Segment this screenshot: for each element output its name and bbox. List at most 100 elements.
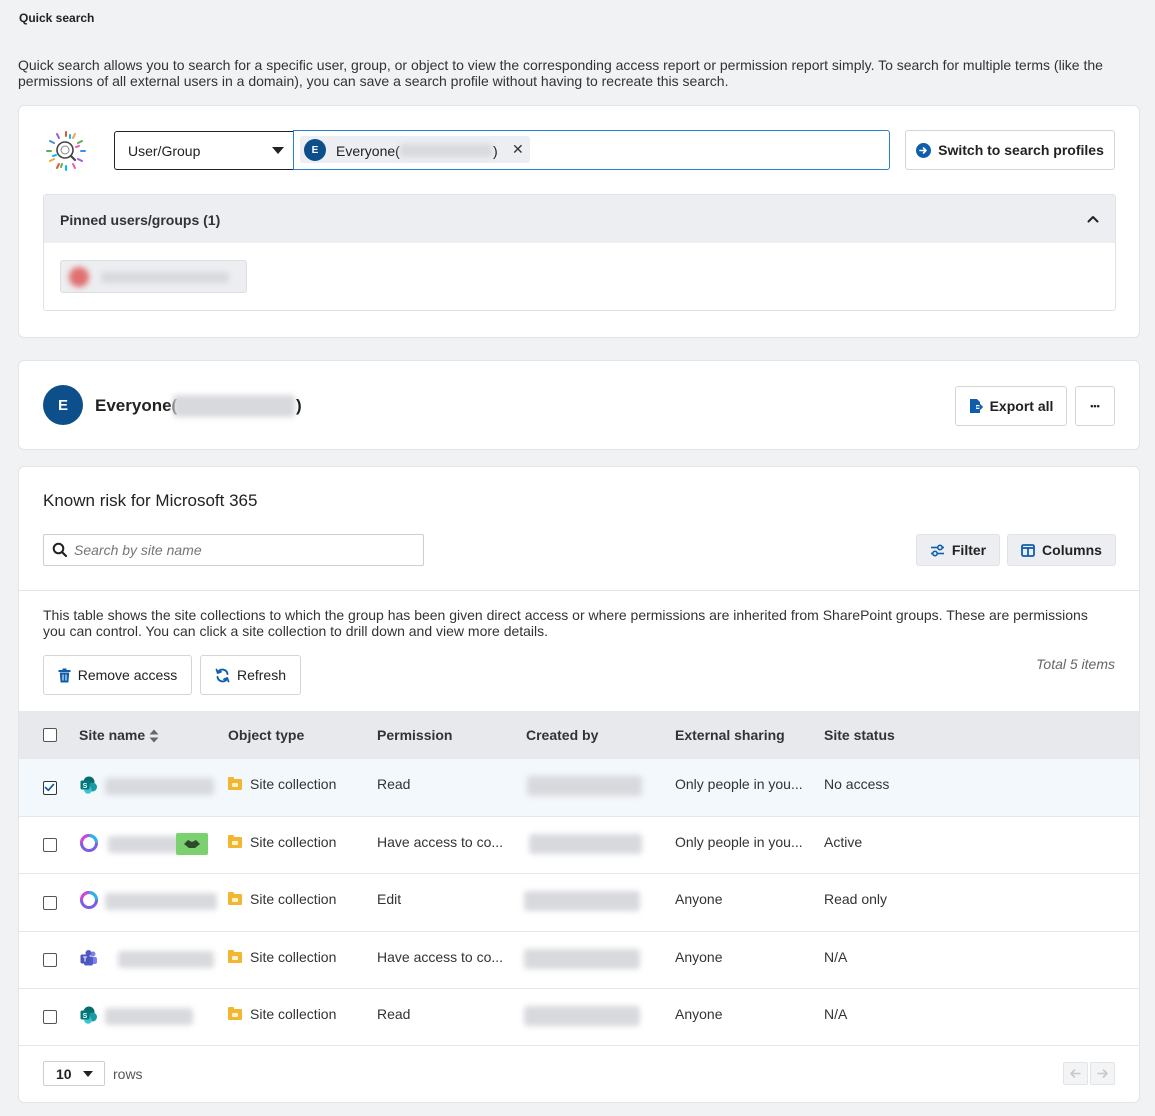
folder-icon	[228, 835, 242, 848]
token-label-suffix: )	[493, 143, 498, 159]
rows-per-page-select[interactable]: 10	[43, 1061, 105, 1086]
sort-icon[interactable]	[148, 728, 160, 744]
pinned-title: Pinned users/groups (1)	[60, 212, 221, 228]
token-label-prefix: Everyone(	[336, 143, 400, 159]
divider	[19, 590, 1139, 591]
table-row[interactable]: Site collection Edit Anyone Read only	[19, 874, 1139, 932]
identity-avatar: E	[43, 385, 83, 425]
trash-icon	[58, 668, 71, 682]
site-name-redacted	[118, 951, 214, 968]
created-by-redacted	[524, 891, 640, 911]
table-row[interactable]: Site collection Have access to co... Onl…	[19, 817, 1139, 874]
external-handshake-badge	[176, 833, 208, 855]
more-actions-button[interactable]: •••	[1075, 386, 1115, 426]
more-icon: •••	[1090, 401, 1100, 411]
pinned-item-label-redacted	[101, 272, 229, 283]
site-name-redacted	[105, 893, 217, 910]
site-status-cell: N/A	[824, 1006, 848, 1022]
permission-cell: Have access to co...	[377, 949, 504, 965]
search-type-select[interactable]: User/Group	[114, 131, 294, 170]
export-all-button[interactable]: Export all	[955, 386, 1067, 426]
remove-access-label: Remove access	[77, 667, 178, 683]
known-risk-title: Known risk for Microsoft 365	[43, 491, 258, 510]
rows-per-page-value: 10	[56, 1066, 72, 1082]
columns-icon	[1021, 543, 1035, 557]
site-name-redacted	[105, 778, 214, 795]
identity-name-redacted	[173, 395, 295, 417]
filter-sliders-icon	[930, 543, 944, 557]
folder-icon	[228, 777, 242, 790]
column-header-permission: Permission	[377, 727, 453, 743]
columns-button[interactable]: Columns	[1007, 534, 1116, 566]
table-row[interactable]: S Site collection Read Anyone N/A	[19, 989, 1139, 1046]
search-type-value: User/Group	[128, 143, 201, 159]
created-by-redacted	[524, 949, 640, 969]
switch-to-search-profiles-button[interactable]: Switch to search profiles	[905, 130, 1115, 170]
search-card: User/Group E Everyone( ) ✕ Switch to sea…	[18, 105, 1140, 338]
created-by-redacted	[527, 776, 642, 796]
pinned-item[interactable]	[60, 260, 247, 293]
site-status-cell: N/A	[824, 949, 848, 965]
refresh-icon	[215, 668, 230, 682]
remove-access-button[interactable]: Remove access	[43, 655, 192, 695]
export-all-label: Export all	[989, 398, 1054, 414]
row-checkbox[interactable]	[43, 781, 57, 795]
identity-name-prefix: Everyone(	[95, 396, 178, 415]
intro-text: Quick search allows you to search for a …	[18, 57, 1103, 89]
svg-text:T: T	[83, 957, 88, 964]
select-all-checkbox[interactable]	[43, 728, 57, 742]
external-sharing-cell: Anyone	[675, 949, 723, 965]
object-type-cell: Site collection	[228, 776, 336, 792]
site-search-input[interactable]	[43, 534, 424, 566]
folder-icon	[228, 950, 242, 963]
search-token-input[interactable]: E Everyone( ) ✕	[293, 130, 890, 170]
identity-name-suffix: )	[296, 396, 302, 415]
identity-card: E Everyone( ) Export all •••	[18, 360, 1140, 450]
created-by-redacted	[524, 1006, 640, 1026]
site-status-cell: Read only	[824, 891, 888, 907]
arrow-left-icon	[1070, 1069, 1081, 1078]
pinned-item-avatar	[69, 267, 89, 287]
columns-label: Columns	[1042, 542, 1102, 558]
refresh-label: Refresh	[236, 667, 287, 683]
row-checkbox[interactable]	[43, 1010, 57, 1024]
row-checkbox[interactable]	[43, 953, 57, 967]
table-row[interactable]: T Site collection Have access to co... A…	[19, 932, 1139, 989]
refresh-button[interactable]: Refresh	[200, 655, 301, 695]
site-search-field[interactable]	[74, 541, 404, 559]
pinned-header[interactable]: Pinned users/groups (1)	[44, 195, 1115, 243]
filter-label: Filter	[951, 542, 987, 558]
token-remove-icon[interactable]: ✕	[512, 141, 524, 158]
site-name-redacted	[108, 836, 186, 853]
svg-text:S: S	[83, 783, 88, 790]
table-row[interactable]: S Site collection Read Only people in yo…	[19, 759, 1139, 817]
column-header-site-status: Site status	[824, 727, 895, 743]
arrow-circle-right-icon	[916, 142, 932, 158]
site-status-cell: Active	[824, 834, 863, 850]
handshake-icon	[184, 840, 200, 848]
prev-page-button[interactable]	[1063, 1062, 1088, 1085]
created-by-redacted	[529, 834, 642, 854]
next-page-button[interactable]	[1090, 1062, 1115, 1085]
folder-icon	[228, 1007, 242, 1020]
chevron-up-icon[interactable]	[1086, 212, 1100, 226]
total-items: Total 5 items	[1036, 656, 1115, 672]
object-type-cell: Site collection	[228, 1006, 336, 1022]
export-file-icon	[969, 399, 983, 413]
row-checkbox[interactable]	[43, 896, 57, 910]
column-header-external-sharing: External sharing	[675, 727, 785, 743]
column-header-object-type: Object type	[228, 727, 305, 743]
external-sharing-cell: Only people in you...	[675, 834, 803, 850]
site-name-redacted	[105, 1008, 193, 1025]
column-header-site-name[interactable]: Site name	[79, 727, 145, 743]
search-token: E Everyone( ) ✕	[300, 136, 530, 163]
folder-icon	[228, 892, 242, 905]
table-header: Site name Object type Permission Created…	[19, 711, 1139, 759]
app-logo-icon	[45, 130, 87, 172]
permission-cell: Have access to co...	[377, 834, 504, 850]
caret-down-icon	[272, 147, 284, 154]
filter-button[interactable]: Filter	[916, 534, 1000, 566]
permission-cell: Read	[377, 1006, 411, 1022]
table-description: This table shows the site collections to…	[43, 607, 1088, 639]
row-checkbox[interactable]	[43, 838, 57, 852]
